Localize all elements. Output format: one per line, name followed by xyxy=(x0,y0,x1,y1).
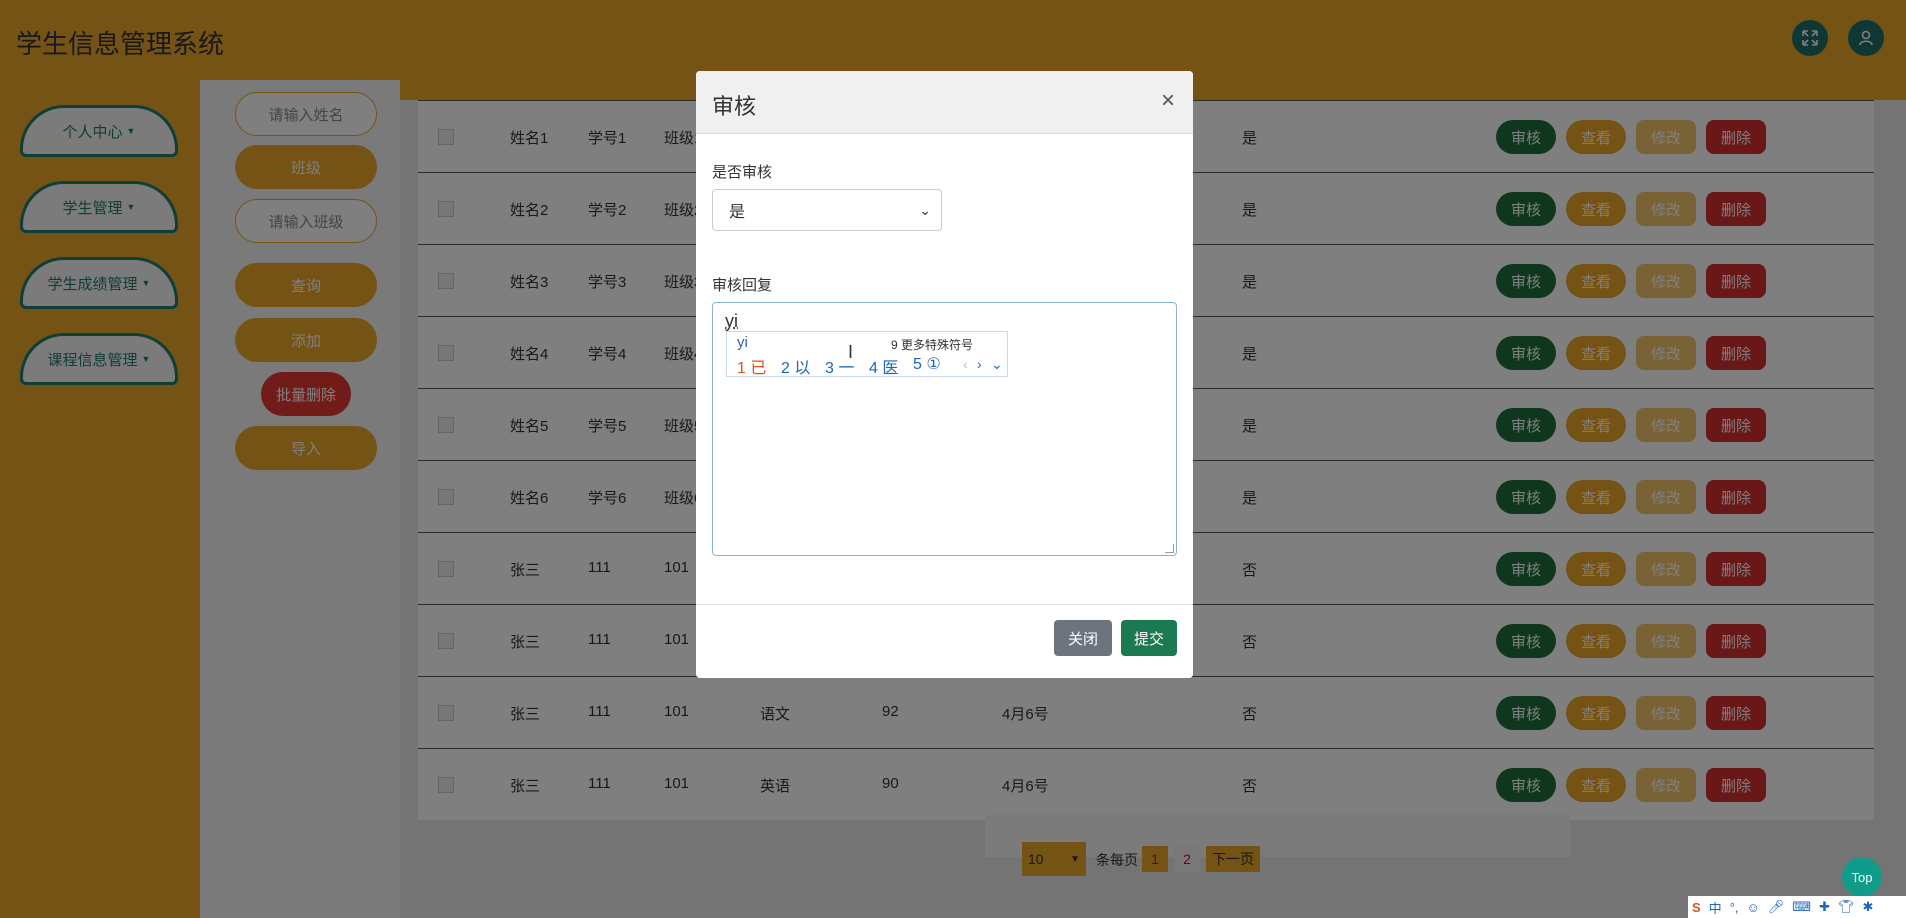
ime-candidate[interactable]: 4 医 xyxy=(869,354,898,378)
ime-more-symbols[interactable]: 9 更多特殊符号 xyxy=(891,336,973,353)
emoji-icon[interactable]: ☺ xyxy=(1747,900,1760,915)
review-modal: 审核 × 是否审核 是 ⌄ 审核回复 yi yi 9 更多特殊符号 1 已 2 … xyxy=(696,71,1193,678)
sogou-logo-icon: S xyxy=(1692,899,1701,915)
text-cursor-icon: I xyxy=(848,342,854,362)
close-button[interactable]: 关闭 xyxy=(1054,620,1112,656)
skin-icon[interactable]: 👕︎ xyxy=(1838,899,1855,915)
next-page-icon[interactable]: › xyxy=(977,356,982,372)
reply-label: 审核回复 xyxy=(712,277,773,294)
microphone-icon[interactable]: 🎤︎ xyxy=(1768,899,1785,915)
ime-candidate-popup: yi 9 更多特殊符号 1 已 2 以 3 一 4 医 5 ① ‹ › ⌄ xyxy=(726,331,1008,377)
reply-text: yi xyxy=(725,311,738,331)
punctuation-icon[interactable]: °, xyxy=(1730,900,1739,915)
modal-divider xyxy=(696,604,1193,605)
keyboard-icon[interactable]: ⌨ xyxy=(1792,899,1811,915)
modal-title: 审核 xyxy=(712,94,757,119)
toolbox-icon[interactable]: ✚ xyxy=(1819,899,1830,915)
page: 学生信息管理系统 个人中心▼ 学生管理▼ 学生成绩管理▼ 课程信息管理▼ 请输入… xyxy=(0,0,1906,918)
ime-taskbar: S 中 °, ☺ 🎤︎ ⌨ ✚ 👕︎ ✱ xyxy=(1688,896,1906,918)
close-icon[interactable]: × xyxy=(1161,87,1175,115)
modal-header: 审核 × xyxy=(696,71,1193,134)
ime-pinyin: yi xyxy=(737,334,748,351)
expand-icon[interactable]: ⌄ xyxy=(991,356,1003,373)
submit-button[interactable]: 提交 xyxy=(1121,620,1177,656)
ime-candidate[interactable]: 1 已 xyxy=(737,354,766,378)
chevron-down-icon: ⌄ xyxy=(919,202,931,218)
review-select-value: 是 xyxy=(729,204,746,221)
back-to-top-button[interactable]: Top xyxy=(1842,857,1882,897)
ime-candidate[interactable]: 2 以 xyxy=(781,354,810,378)
prev-page-icon[interactable]: ‹ xyxy=(963,356,968,372)
reply-textarea[interactable]: yi yi 9 更多特殊符号 1 已 2 以 3 一 4 医 5 ① ‹ › ⌄ xyxy=(712,302,1177,556)
resize-handle-icon[interactable] xyxy=(1165,544,1174,553)
review-select[interactable]: 是 ⌄ xyxy=(712,189,942,231)
tools-icon[interactable]: ✱ xyxy=(1862,899,1873,915)
review-label: 是否审核 xyxy=(712,164,773,181)
ime-language[interactable]: 中 xyxy=(1709,898,1722,917)
ime-candidate[interactable]: 5 ① xyxy=(913,354,941,374)
